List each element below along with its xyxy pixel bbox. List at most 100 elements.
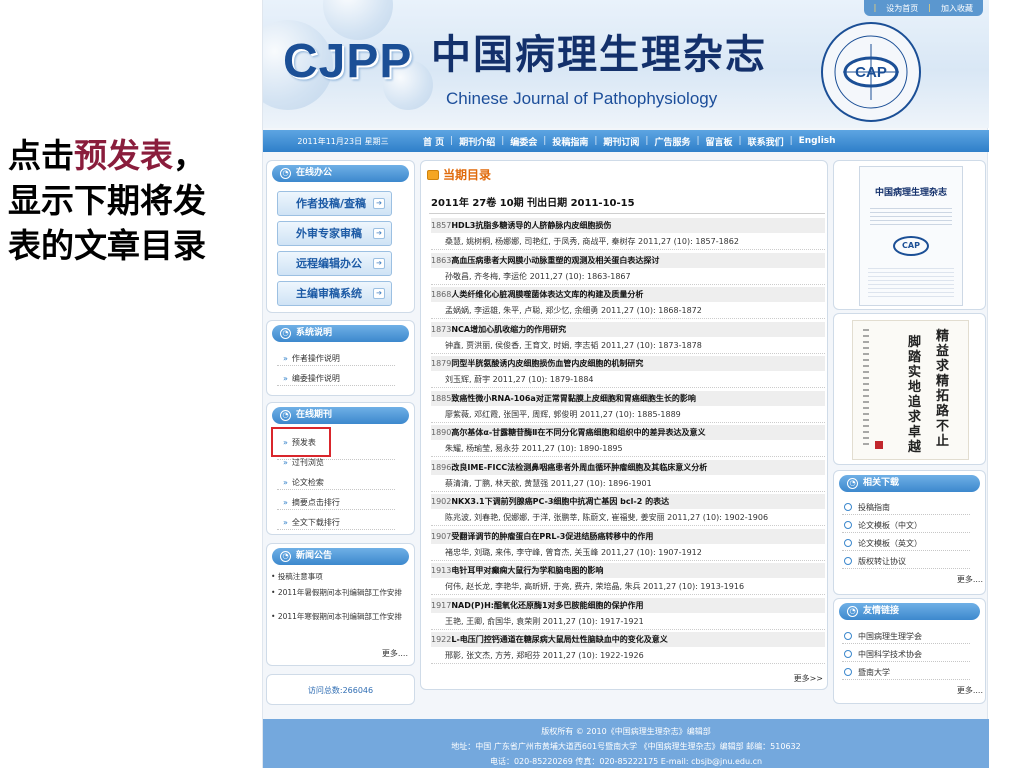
- site-header: | 设为首页 | 加入收藏 CJPP 中国病理生理杂志 Chinese Journa…: [263, 0, 989, 128]
- article-item: 1922L-电压门控钙通道在糖尿病大鼠局灶性脑缺血中的变化及意义 邢影, 张文杰,…: [431, 632, 825, 664]
- website-frame: | 设为首页 | 加入收藏 CJPP 中国病理生理杂志 Chinese Journa…: [262, 0, 989, 768]
- clock-icon: ◔: [280, 168, 291, 179]
- abstract-rank-link[interactable]: 摘要点击排行: [283, 497, 340, 508]
- article-page: 1917: [431, 600, 452, 610]
- article-title: NCA增加心肌收缩力的作用研究: [451, 324, 567, 334]
- editor-guide-link[interactable]: 编委操作说明: [283, 373, 340, 384]
- article-title-link[interactable]: 1890高尔基体α-甘露糖苷酶Ⅱ在不同分化胃癌细胞和组织中的差异表达及意义: [431, 425, 825, 440]
- article-item: 1879同型半胱氨酸诱内皮细胞损伤血管内皮细胞的机制研究 刘玉辉, 蔚宇 2011…: [431, 356, 825, 388]
- folder-icon: [427, 169, 439, 180]
- visit-counter-panel: 访问总数:266046: [266, 674, 415, 705]
- journal-cover-image[interactable]: 中国病理生理杂志 CAP: [859, 166, 963, 306]
- article-page: 1922: [431, 635, 452, 644]
- article-title: 致癌性微小RNA-106a对正常胃黏膜上皮细胞和胃癌细胞生长的影响: [451, 393, 696, 403]
- author-submit-button[interactable]: 作者投稿/查稿 ➔: [277, 191, 392, 216]
- article-title-link[interactable]: 1913电针耳甲对癫痫大鼠行为学和脑电图的影响: [431, 563, 825, 578]
- article-title-link[interactable]: 1902NKX3.1下调前列腺癌PC-3细胞中抗凋亡基因 bcl-2 的表达: [431, 494, 825, 509]
- nav-item[interactable]: 投稿指南: [552, 135, 588, 148]
- article-title-link[interactable]: 1857HDL3抗脂多糖诱导的人脐静脉内皮细胞损伤: [431, 218, 825, 233]
- article-page: 1868: [431, 290, 452, 299]
- add-favorite-link[interactable]: 加入收藏: [941, 3, 973, 13]
- arrow-right-icon: ➔: [373, 258, 385, 269]
- article-title-link[interactable]: 1868人类纤维化心脏凋膜噬菌体表达文库的构建及质量分析: [431, 287, 825, 302]
- article-page: 1913: [431, 566, 452, 575]
- friend-link-cast[interactable]: 中国科学技术协会: [844, 649, 922, 660]
- article-title-link[interactable]: 1873NCA增加心肌收缩力的作用研究: [431, 321, 825, 337]
- nav-separator: |: [645, 136, 649, 146]
- cover-panel: 中国病理生理杂志 CAP: [833, 160, 986, 310]
- main-nav: 2011年11月23日 星期三 首 页 | 期刊介绍 | 编委会 | 投稿指南 | 期刊订阅 | 广…: [263, 130, 989, 152]
- set-homepage-link[interactable]: 设为首页: [886, 3, 918, 13]
- seal-text: CAP: [855, 64, 887, 81]
- online-journal-panel: ◔在线期刊 预发表 过刊浏览 论文检索 摘要点击排行 全文下载排行: [266, 402, 415, 535]
- cover-logo-icon: CAP: [893, 236, 929, 256]
- clock-icon: ◔: [280, 410, 291, 421]
- arrow-right-icon: ➔: [373, 288, 385, 299]
- past-issues-link[interactable]: 过刊浏览: [283, 457, 324, 468]
- paper-search-link[interactable]: 论文检索: [283, 477, 324, 488]
- annotation-line-2: 显示下期将发: [8, 181, 206, 220]
- clock-icon: ◔: [847, 606, 858, 617]
- nav-item[interactable]: English: [799, 136, 836, 146]
- article-title-link[interactable]: 1896改良IME-FICC法检测鼻咽癌患者外周血循环肿瘤细胞及其临床意义分析: [431, 459, 825, 475]
- nav-separator: |: [789, 136, 793, 146]
- calligraphy-panel: 精益求精 拓路不止 脚踏实地 追求卓越: [833, 313, 986, 465]
- nav-item[interactable]: 期刊订阅: [603, 135, 639, 148]
- news-item[interactable]: • 2011年暑假期间本刊编辑部工作安排: [271, 588, 413, 598]
- article-authors: 何伟, 赵长龙, 李艳华, 高昕妍, 于亮, 费卉, 荣培晶, 朱兵 2011,…: [431, 578, 825, 595]
- news-header: ◔ 新闻公告: [272, 548, 409, 565]
- friend-link-society[interactable]: 中国病理生理学会: [844, 631, 922, 642]
- download-template-en-link[interactable]: 论文模板（英文）: [844, 538, 922, 549]
- download-submission-guide-link[interactable]: 投稿指南: [844, 502, 890, 513]
- article-item: 1857HDL3抗脂多糖诱导的人脐静脉内皮细胞损伤 桑慧, 姚树桐, 杨娜娜, 司…: [431, 218, 825, 250]
- online-office-header: ◔ 在线办公: [272, 165, 409, 182]
- nav-item[interactable]: 联系我们: [748, 135, 784, 148]
- friend-links-panel: ◔ 友情链接 中国病理生理学会 中国科学技术协会 暨南大学 更多....: [833, 598, 986, 704]
- nav-item[interactable]: 广告服务: [654, 135, 690, 148]
- nav-item[interactable]: 编委会: [510, 135, 537, 148]
- article-item: 1885致癌性微小RNA-106a对正常胃黏膜上皮细胞和胃癌细胞生长的影响 廖紫薇…: [431, 390, 825, 423]
- site-footer: 版权所有 © 2010《中国病理生理杂志》编辑部 地址：中国 广东省广州市黄埔大…: [263, 719, 989, 768]
- downloads-more-link[interactable]: 更多....: [957, 574, 983, 585]
- remote-editor-button[interactable]: 远程编辑办公 ➔: [277, 251, 392, 276]
- download-copyright-link[interactable]: 版权转让协议: [844, 556, 906, 567]
- article-page: 1902: [431, 497, 452, 506]
- articles-more-link[interactable]: 更多>>: [794, 673, 823, 684]
- nav-item[interactable]: 期刊介绍: [459, 135, 495, 148]
- article-title-link[interactable]: 1922L-电压门控钙通道在糖尿病大鼠局灶性脑缺血中的变化及意义: [431, 632, 825, 647]
- reviewer-button[interactable]: 外审专家审稿 ➔: [277, 221, 392, 246]
- nav-item[interactable]: 首 页: [423, 135, 444, 148]
- nav-separator: |: [450, 136, 454, 146]
- download-template-cn-link[interactable]: 论文模板（中文）: [844, 520, 922, 531]
- preprint-link[interactable]: 预发表: [283, 437, 316, 448]
- article-title-link[interactable]: 1885致癌性微小RNA-106a对正常胃黏膜上皮细胞和胃癌细胞生长的影响: [431, 390, 825, 406]
- friends-more-link[interactable]: 更多....: [957, 685, 983, 696]
- current-issue-panel: 当期目录 2011年 27卷 10期 刊出日期 2011-10-15 1857H…: [420, 160, 828, 690]
- article-title-link[interactable]: 1917NAD(P)H:醌氧化还原酶1对多巴胺能细胞的保护作用: [431, 597, 825, 613]
- article-item: 1896改良IME-FICC法检测鼻咽癌患者外周血循环肿瘤细胞及其临床意义分析蔡…: [431, 459, 825, 492]
- article-item: 1907受翻译调节的肿瘤蛋白在PRL-3促进结肠癌转移中的作用 褚忠华, 刘璐, …: [431, 528, 825, 561]
- system-help-panel: ◔系统说明 作者操作说明 编委操作说明: [266, 320, 415, 396]
- news-more-link[interactable]: 更多....: [382, 648, 408, 659]
- article-item: 1913电针耳甲对癫痫大鼠行为学和脑电图的影响 何伟, 赵长龙, 李艳华, 高昕妍…: [431, 563, 825, 595]
- seal-logo-icon: CAP: [821, 22, 921, 122]
- annotation-line-1: 点击预发表，: [8, 136, 206, 175]
- article-authors: 蔡清清, 丁鹏, 林天歆, 黄慧强 2011,27 (10): 1896-190…: [431, 475, 825, 492]
- article-authors: 刘玉辉, 蔚宇 2011,27 (10): 1879-1884: [431, 371, 825, 388]
- article-title: HDL3抗脂多糖诱导的人脐静脉内皮细胞损伤: [451, 221, 612, 230]
- chief-editor-button[interactable]: 主编审稿系统 ➔: [277, 281, 392, 306]
- news-item[interactable]: • 投稿注意事项: [271, 572, 413, 582]
- article-item: 1917NAD(P)H:醌氧化还原酶1对多巴胺能细胞的保护作用 王艳, 王卿, 俞…: [431, 597, 825, 630]
- article-title-link[interactable]: 1907受翻译调节的肿瘤蛋白在PRL-3促进结肠癌转移中的作用: [431, 528, 825, 544]
- article-title: NAD(P)H:醌氧化还原酶1对多巴胺能细胞的保护作用: [451, 600, 644, 610]
- author-guide-link[interactable]: 作者操作说明: [283, 353, 340, 364]
- nav-item[interactable]: 留言板: [706, 135, 733, 148]
- issue-info: 2011年 27卷 10期 刊出日期 2011-10-15: [431, 198, 635, 209]
- article-title-link[interactable]: 1879同型半胱氨酸诱内皮细胞损伤血管内皮细胞的机制研究: [431, 356, 825, 371]
- article-item: 1902NKX3.1下调前列腺癌PC-3细胞中抗凋亡基因 bcl-2 的表达 陈兆…: [431, 494, 825, 526]
- article-title-link[interactable]: 1863高血压病患者大网膜小动脉重塑的观测及相关蛋白表达探讨: [431, 252, 825, 268]
- friend-link-jnu[interactable]: 暨南大学: [844, 667, 890, 678]
- news-item[interactable]: • 2011年寒假期间本刊编辑部工作安排: [271, 612, 413, 622]
- article-title: 改良IME-FICC法检测鼻咽癌患者外周血循环肿瘤细胞及其临床意义分析: [451, 462, 708, 472]
- download-rank-link[interactable]: 全文下载排行: [283, 517, 340, 528]
